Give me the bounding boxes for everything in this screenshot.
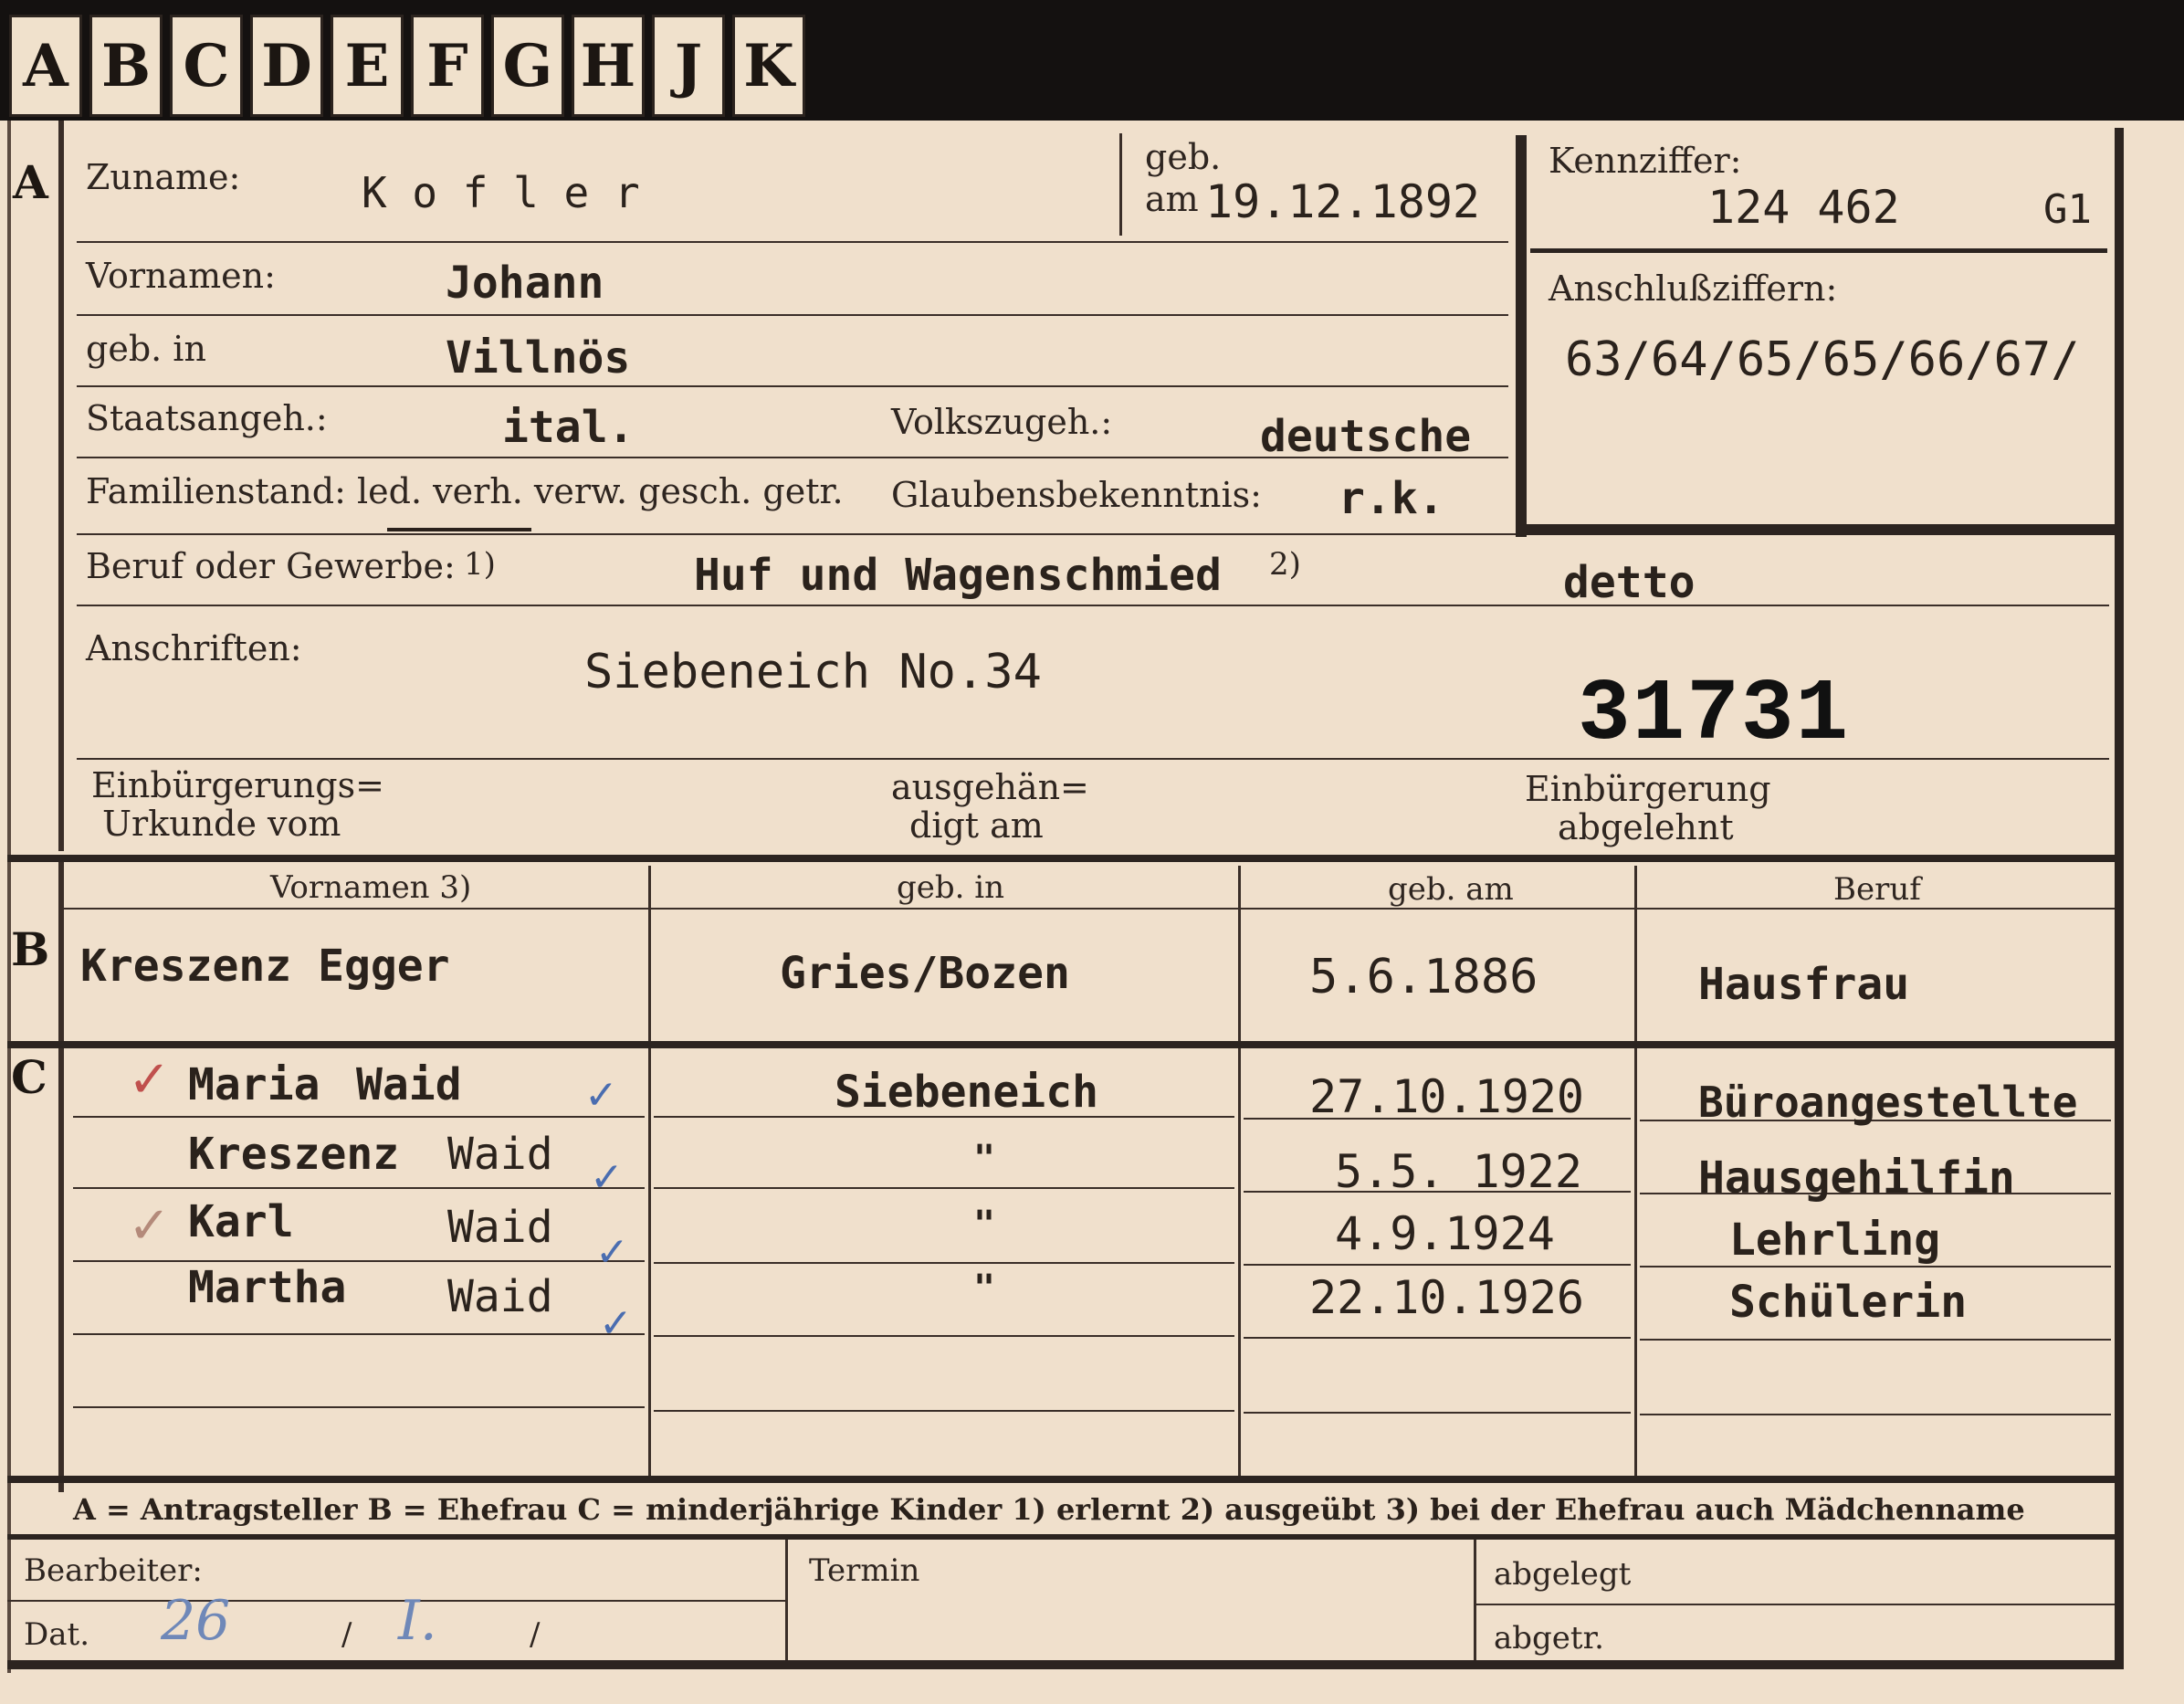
date-label: Dat. <box>24 1616 90 1653</box>
child-2-birthdate: 5.5. 1922 <box>1335 1145 1582 1198</box>
section-a-marker: A <box>13 155 48 209</box>
tab-d[interactable]: D <box>250 15 323 117</box>
citizenship-value: ital. <box>502 402 635 453</box>
tab-b[interactable]: B <box>89 15 163 117</box>
date-separator: / <box>530 1616 541 1653</box>
legend: A = Antragsteller B = Ehefrau C = minder… <box>73 1492 2025 1527</box>
tab-g[interactable]: G <box>491 15 564 117</box>
surname-value: K o f l e r <box>362 168 640 217</box>
child-3-birthdate: 4.9.1924 <box>1335 1207 1555 1260</box>
date-month-handwritten: I. <box>398 1589 437 1653</box>
family-status-underline <box>387 528 531 531</box>
processor-label: Bearbeiter: <box>24 1552 203 1589</box>
tab-h[interactable]: H <box>572 15 645 117</box>
child-1-profession: Büroangestellte <box>1698 1078 2078 1127</box>
child-3-firstname: Karl <box>188 1196 294 1247</box>
col-header-firstnames: Vornamen 3) <box>270 869 472 906</box>
religion-value: r.k. <box>1339 473 1444 524</box>
date-day-handwritten: 26 <box>161 1589 231 1653</box>
section-c-marker: C <box>11 1050 47 1104</box>
citizenship-label: Staatsangeh.: <box>86 398 328 438</box>
wife-birthplace: Gries/Bozen <box>780 948 1070 999</box>
birthplace-label: geb. in <box>86 329 206 369</box>
handed-label-2: digt am <box>909 805 1044 846</box>
wife-birthdate: 5.6.1886 <box>1309 950 1538 1005</box>
stamp-number: 31731 <box>1578 665 1851 764</box>
child-3-profession: Lehrling <box>1729 1215 1941 1266</box>
ethnicity-value: deutsche <box>1260 411 1472 462</box>
annex-numbers: 63/64/65/65/66/67/ <box>1565 332 2080 387</box>
child-4-profession: Schülerin <box>1729 1277 1968 1328</box>
religion-label: Glaubensbekenntnis: <box>891 475 1262 515</box>
child-2-birthplace: " <box>973 1138 996 1180</box>
tab-a[interactable]: A <box>9 15 82 117</box>
wife-name: Kreszenz Egger <box>80 941 450 992</box>
child-1-birthdate: 27.10.1920 <box>1309 1070 1585 1123</box>
blue-check-mark: ✓ <box>584 1072 618 1119</box>
blue-check-mark: ✓ <box>599 1300 633 1347</box>
born-date: 19.12.1892 <box>1205 175 1481 228</box>
address-label: Anschriften: <box>86 628 302 668</box>
child-1-surname: Waid <box>356 1059 462 1110</box>
naturalization-label-2: Urkunde vom <box>102 804 341 844</box>
naturalization-label: Einbürgerungs= <box>91 765 384 805</box>
col-header-birthdate: geb. am <box>1388 871 1514 908</box>
profession-value: Huf und Wagenschmied <box>694 550 1222 601</box>
index-card: A B C D E F G H J K A Zuname: K o f l e … <box>0 0 2184 1704</box>
born-label: geb. <box>1145 137 1222 177</box>
tab-e[interactable]: E <box>331 15 404 117</box>
child-4-surname: Waid <box>447 1271 553 1322</box>
child-2-profession: Hausgehilfin <box>1698 1152 2015 1204</box>
ethnicity-label: Volkszugeh.: <box>891 402 1113 442</box>
address-value: Siebeneich No.34 <box>584 645 1042 699</box>
annex-label: Anschlußziffern: <box>1549 268 1838 309</box>
child-2-surname: Waid <box>447 1129 553 1180</box>
filed-label: abgelegt <box>1494 1556 1632 1593</box>
id-suffix: G1 <box>2043 186 2092 233</box>
tab-c[interactable]: C <box>170 15 243 117</box>
handed-label: ausgehän= <box>891 767 1089 807</box>
id-label: Kennziffer: <box>1549 141 1742 181</box>
col-header-birthplace: geb. in <box>897 869 1005 906</box>
card-top-edge <box>815 0 2184 121</box>
surname-label: Zuname: <box>86 157 241 197</box>
birthplace-value: Villnös <box>446 332 631 384</box>
letter-tab-strip: A B C D E F G H J K <box>0 0 815 121</box>
tab-k[interactable]: K <box>732 15 805 117</box>
section-b-marker: B <box>11 922 50 976</box>
firstnames-value: Johann <box>446 258 604 309</box>
child-2-firstname: Kreszenz <box>188 1129 400 1180</box>
child-3-birthplace: " <box>973 1204 996 1246</box>
tab-j[interactable]: J <box>652 15 725 117</box>
tab-f[interactable]: F <box>411 15 484 117</box>
footnote-1-mark: 1) <box>464 546 496 583</box>
child-1-firstname: Maria <box>188 1059 320 1110</box>
removed-label: abgetr. <box>1494 1620 1604 1657</box>
profession-practiced: detto <box>1563 557 1696 608</box>
child-4-birthplace: " <box>973 1267 996 1310</box>
born-am-label: am <box>1145 179 1199 219</box>
firstnames-label: Vornamen: <box>86 256 276 296</box>
child-4-firstname: Martha <box>188 1262 347 1313</box>
faint-check-mark: ✓ <box>128 1196 171 1256</box>
red-check-mark: ✓ <box>128 1050 171 1110</box>
wife-profession: Hausfrau <box>1698 959 1910 1010</box>
child-1-birthplace: Siebeneich <box>835 1067 1098 1118</box>
footnote-2-mark: 2) <box>1269 546 1301 583</box>
blue-check-mark: ✓ <box>590 1154 624 1201</box>
blue-check-mark: ✓ <box>595 1229 629 1276</box>
rejected-label-2: abgelehnt <box>1558 807 1734 847</box>
col-header-profession: Beruf <box>1833 871 1921 908</box>
deadline-label: Termin <box>809 1552 920 1589</box>
child-3-surname: Waid <box>447 1202 553 1253</box>
id-number: 124 462 <box>1707 181 1900 234</box>
child-4-birthdate: 22.10.1926 <box>1309 1271 1585 1324</box>
date-separator: / <box>341 1616 352 1653</box>
profession-label: Beruf oder Gewerbe: <box>86 546 456 586</box>
family-status-label: Familienstand: led. verh. verw. gesch. g… <box>86 471 844 511</box>
rejected-label: Einbürgerung <box>1525 769 1771 809</box>
